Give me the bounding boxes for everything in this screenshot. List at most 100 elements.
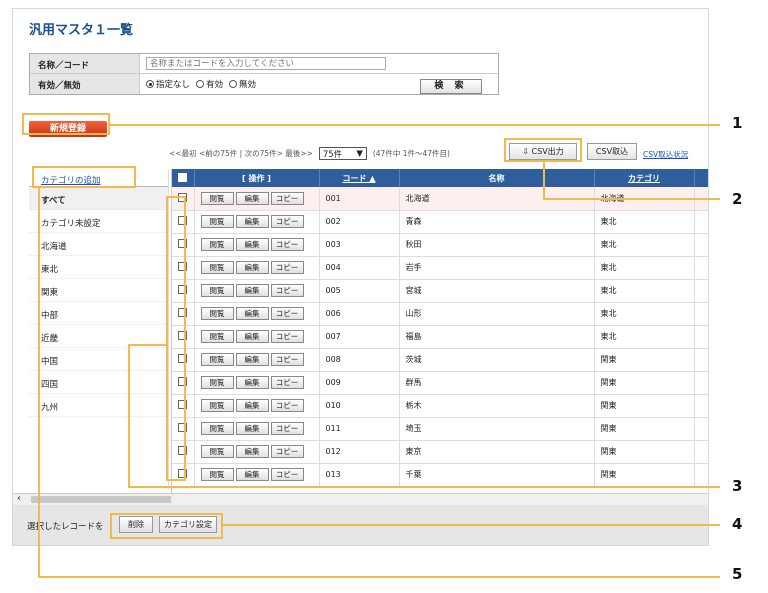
callout-box-2	[504, 138, 582, 162]
row-actions: 閲覧 編集 コピー	[194, 256, 320, 280]
header-code-sort[interactable]: コード ▲	[319, 169, 400, 187]
edit-button[interactable]: 編集	[235, 215, 269, 228]
edit-button[interactable]: 編集	[235, 422, 269, 435]
row-spacer	[694, 463, 708, 487]
copy-button[interactable]: コピー	[270, 330, 304, 343]
copy-button[interactable]: コピー	[270, 353, 304, 366]
view-button[interactable]: 閲覧	[200, 468, 234, 481]
edit-button[interactable]: 編集	[235, 307, 269, 320]
edit-button[interactable]: 編集	[235, 353, 269, 366]
callout-line-1	[110, 124, 720, 126]
radio-inactive[interactable]: 無効	[229, 78, 256, 90]
table-row[interactable]: 閲覧 編集 コピー 007 福島 東北	[172, 325, 708, 349]
table-row[interactable]: 閲覧 編集 コピー 008 茨城 関東	[172, 348, 708, 372]
sidebar-item-chubu[interactable]: 中部	[29, 302, 168, 325]
sidebar-item-tohoku[interactable]: 東北	[29, 256, 168, 279]
edit-button[interactable]: 編集	[235, 284, 269, 297]
copy-button[interactable]: コピー	[270, 422, 304, 435]
scrollbar-thumb[interactable]	[31, 496, 171, 503]
edit-button[interactable]: 編集	[235, 238, 269, 251]
radio-icon	[196, 80, 205, 88]
per-page-select[interactable]: 75件 ▼	[318, 147, 367, 160]
row-actions: 閲覧 編集 コピー	[194, 233, 320, 257]
table-row[interactable]: 閲覧 編集 コピー 012 東京 関東	[172, 440, 708, 464]
view-button[interactable]: 閲覧	[200, 261, 234, 274]
sidebar-item-shikoku[interactable]: 四国	[29, 371, 168, 394]
copy-button[interactable]: コピー	[270, 284, 304, 297]
copy-button[interactable]: コピー	[270, 399, 304, 412]
sidebar-item-kanto[interactable]: 関東	[29, 279, 168, 302]
view-button[interactable]: 閲覧	[200, 422, 234, 435]
edit-button[interactable]: 編集	[235, 261, 269, 274]
callout-line-2b	[543, 198, 720, 200]
copy-button[interactable]: コピー	[270, 376, 304, 389]
select-all-checkbox[interactable]	[178, 172, 188, 182]
copy-button[interactable]: コピー	[270, 445, 304, 458]
view-button[interactable]: 閲覧	[200, 215, 234, 228]
table-row[interactable]: 閲覧 編集 コピー 005 宮城 東北	[172, 279, 708, 303]
edit-button[interactable]: 編集	[235, 445, 269, 458]
callout-box-4	[110, 513, 223, 539]
row-name: 茨城	[399, 348, 595, 372]
callout-number-1: 1	[732, 114, 743, 132]
table-row[interactable]: 閲覧 編集 コピー 010 栃木 関東	[172, 394, 708, 418]
row-category: 関東	[594, 348, 695, 372]
page-title: 汎用マスタ１一覧	[29, 23, 134, 38]
table-row[interactable]: 閲覧 編集 コピー 004 岩手 東北	[172, 256, 708, 280]
sidebar-item-all[interactable]: すべて	[29, 187, 168, 210]
row-category: 東北	[594, 210, 695, 234]
table-row[interactable]: 閲覧 編集 コピー 002 青森 東北	[172, 210, 708, 234]
row-code: 008	[319, 348, 400, 372]
view-button[interactable]: 閲覧	[200, 284, 234, 297]
csv-import-button[interactable]: CSV取込	[587, 143, 637, 160]
view-button[interactable]: 閲覧	[200, 238, 234, 251]
edit-button[interactable]: 編集	[235, 330, 269, 343]
pager-links[interactable]: <<最初 <前の75件 | 次の75件> 最後>>	[169, 148, 313, 159]
table-row[interactable]: 閲覧 編集 コピー 009 群馬 関東	[172, 371, 708, 395]
callout-box-1	[22, 113, 110, 135]
sidebar-item-hokkaido[interactable]: 北海道	[29, 233, 168, 256]
sidebar-item-chugoku[interactable]: 中国	[29, 348, 168, 371]
row-category: 関東	[594, 440, 695, 464]
row-spacer	[694, 210, 708, 234]
radio-icon	[229, 80, 238, 88]
copy-button[interactable]: コピー	[270, 307, 304, 320]
name-code-input[interactable]	[146, 57, 386, 70]
table-row[interactable]: 閲覧 編集 コピー 006 山形 東北	[172, 302, 708, 326]
row-spacer	[694, 371, 708, 395]
csv-import-status-link[interactable]: CSV取込状況	[643, 149, 688, 160]
scroll-left-icon[interactable]: ‹	[17, 493, 21, 504]
view-button[interactable]: 閲覧	[200, 399, 234, 412]
search-button[interactable]: 検 索	[420, 79, 482, 94]
radio-active[interactable]: 有効	[196, 78, 223, 90]
view-button[interactable]: 閲覧	[200, 330, 234, 343]
view-button[interactable]: 閲覧	[200, 353, 234, 366]
header-category-sort[interactable]: カテゴリ	[594, 169, 695, 187]
view-button[interactable]: 閲覧	[200, 445, 234, 458]
sidebar-item-uncategorized[interactable]: カテゴリ未設定	[29, 210, 168, 233]
view-button[interactable]: 閲覧	[200, 191, 234, 205]
horizontal-scrollbar[interactable]: ‹	[13, 493, 708, 505]
table-header-row: [ 操作 ] コード ▲ 名称 カテゴリ	[172, 169, 708, 187]
copy-button[interactable]: コピー	[270, 215, 304, 228]
filter-panel: 名称／コード 有効／無効 指定なし 有効 無効 検 索	[29, 53, 499, 95]
sidebar-item-kyushu[interactable]: 九州	[29, 394, 168, 417]
edit-button[interactable]: 編集	[235, 191, 269, 205]
row-code: 001	[319, 187, 400, 211]
radio-unspecified[interactable]: 指定なし	[146, 78, 190, 90]
edit-button[interactable]: 編集	[235, 399, 269, 412]
select-all-header[interactable]	[172, 169, 195, 187]
edit-button[interactable]: 編集	[235, 468, 269, 481]
copy-button[interactable]: コピー	[270, 238, 304, 251]
copy-button[interactable]: コピー	[270, 468, 304, 481]
view-button[interactable]: 閲覧	[200, 376, 234, 389]
row-category: 東北	[594, 256, 695, 280]
table-row[interactable]: 閲覧 編集 コピー 003 秋田 東北	[172, 233, 708, 257]
table-row[interactable]: 閲覧 編集 コピー 013 千葉 関東	[172, 463, 708, 487]
copy-button[interactable]: コピー	[270, 261, 304, 274]
table-row[interactable]: 閲覧 編集 コピー 011 埼玉 関東	[172, 417, 708, 441]
view-button[interactable]: 閲覧	[200, 307, 234, 320]
edit-button[interactable]: 編集	[235, 376, 269, 389]
row-actions: 閲覧 編集 コピー	[194, 325, 320, 349]
copy-button[interactable]: コピー	[270, 191, 304, 205]
